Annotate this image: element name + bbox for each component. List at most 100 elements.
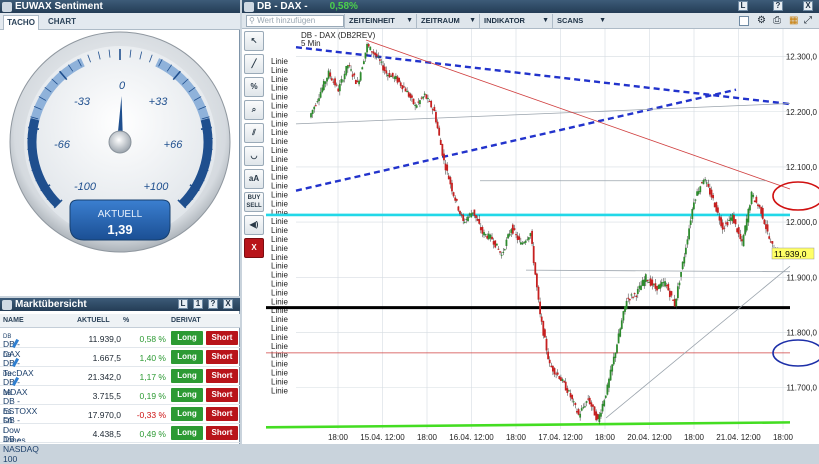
candle-body (571, 395, 573, 399)
market-pct: 1,40 % (140, 353, 166, 363)
print-icon[interactable]: ⎙ (773, 15, 781, 26)
long-button[interactable]: Long (171, 407, 203, 421)
market-name[interactable]: DB - TecDAXDB (3, 353, 11, 363)
candle-body (523, 242, 525, 243)
menu-scans[interactable]: SCANS▼ (552, 14, 609, 28)
y-tick-label: 11.800,0 (786, 328, 817, 337)
line-icon[interactable]: ╱ (244, 54, 264, 74)
candle-body (614, 353, 616, 358)
add-instrument-input[interactable]: ⚲ Wert hinzufügen (246, 15, 344, 27)
close-button[interactable]: X (803, 1, 813, 11)
menu-indikator[interactable]: INDIKATOR▼ (479, 14, 552, 28)
long-button[interactable]: Long (171, 350, 203, 364)
chart-window-icon[interactable] (739, 16, 749, 26)
market-pct: 0,49 % (140, 429, 166, 439)
market-name[interactable]: DB - Dow JonesDB (3, 410, 11, 420)
candle-body (393, 77, 395, 79)
candle-body (425, 94, 427, 98)
candle-body (331, 78, 333, 80)
menu-zeiteinheit[interactable]: ZEITEINHEIT▼ (344, 14, 416, 28)
curve-icon[interactable]: ◡ (244, 146, 264, 166)
link-button[interactable]: L (738, 1, 748, 11)
candle-body (728, 220, 730, 221)
candle-body (417, 102, 419, 103)
menu-zeitraum[interactable]: ZEITRAUM▼ (416, 14, 479, 28)
zoom-icon[interactable]: ⌕ (244, 100, 264, 120)
long-button[interactable]: Long (171, 388, 203, 402)
col-derivat[interactable]: DERIVAT (171, 317, 201, 324)
candle-body (611, 364, 613, 371)
parallel-icon[interactable]: ⫽ (244, 123, 264, 143)
short-button[interactable]: Short (206, 407, 238, 421)
help-button[interactable]: ? (773, 1, 783, 11)
col-aktuell[interactable]: AKTUELL (77, 317, 110, 324)
col-name[interactable]: NAME (3, 317, 24, 324)
market-row[interactable]: DB - ESTOXX 50DB3.715,50,19 %LongShort (0, 386, 240, 405)
candle-body (496, 244, 498, 246)
buy-sell-icon[interactable]: BUY SELL (244, 192, 264, 212)
candle-body (560, 377, 562, 381)
link-button[interactable]: L (178, 299, 188, 309)
tab-chart[interactable]: CHART (44, 15, 80, 30)
col-pct[interactable]: % (123, 317, 129, 324)
short-button[interactable]: Short (206, 331, 238, 345)
candle-body (502, 252, 504, 253)
market-row[interactable]: DB - DAXDB11.939,00,58 %LongShort (0, 329, 240, 348)
percent-icon[interactable]: % (244, 77, 264, 97)
candle-body (448, 176, 450, 180)
candle-body (361, 67, 363, 69)
market-pct: 0,58 % (140, 334, 166, 344)
panel-menu-icon[interactable] (2, 2, 12, 12)
candle-body (565, 382, 567, 391)
remove-drawings-button[interactable]: X (244, 238, 264, 258)
linie-label: Linie (271, 377, 288, 386)
short-button[interactable]: Short (206, 388, 238, 402)
cursor-icon[interactable]: ↖ (244, 31, 264, 51)
candle-body (744, 226, 746, 235)
market-name[interactable]: DB - MDAXDB (3, 372, 11, 382)
short-button[interactable]: Short (206, 369, 238, 383)
long-button[interactable]: Long (171, 426, 203, 440)
market-row[interactable]: DB - Dow JonesDB17.970,0-0,33 %LongShort (0, 405, 240, 424)
linie-label: Linie (271, 155, 288, 164)
market-row[interactable]: DB - TecDAXDB1.667,51,40 %LongShort (0, 348, 240, 367)
panel-menu-icon[interactable] (244, 2, 254, 12)
short-button[interactable]: Short (206, 350, 238, 364)
close-button[interactable]: X (223, 299, 233, 309)
market-name[interactable]: DB - NASDAQ 100I (3, 429, 5, 439)
market-row[interactable]: DB - NASDAQ 100I4.438,50,49 %LongShort (0, 424, 240, 443)
candle-body (711, 190, 713, 198)
short-button[interactable]: Short (206, 426, 238, 440)
sentiment-panel: EUWAX Sentiment TACHO CHART 0 (0, 0, 240, 296)
candle-body (377, 56, 379, 57)
long-button[interactable]: Long (171, 369, 203, 383)
candle-body (421, 98, 423, 99)
linie-label: Linie (271, 342, 288, 351)
candle-body (453, 192, 455, 196)
candle-body (751, 192, 753, 204)
market-row[interactable]: DB - MDAXDB21.342,01,17 %LongShort (0, 367, 240, 386)
panel-menu-icon[interactable] (2, 300, 12, 310)
window-number-button[interactable]: 1 (193, 299, 203, 309)
candle-body (550, 366, 552, 367)
expand-icon[interactable]: ⤢ (804, 15, 812, 26)
text-size-icon[interactable]: aA (244, 169, 264, 189)
tab-tacho[interactable]: TACHO (3, 15, 39, 30)
long-button[interactable]: Long (171, 331, 203, 345)
candle-body (699, 186, 701, 192)
candle-body (621, 320, 623, 329)
gauge-hub (109, 131, 131, 153)
candle-body (651, 280, 653, 286)
candle-body (512, 225, 514, 234)
chevron-down-icon: ▼ (469, 14, 476, 28)
linie-label: Linie (271, 146, 288, 155)
candle-body (631, 294, 633, 295)
help-button[interactable]: ? (208, 299, 218, 309)
layout-icon[interactable]: ▦ (789, 15, 798, 26)
market-name[interactable]: DB - ESTOXX 50DB (3, 391, 11, 401)
market-name[interactable]: DB - DAXDB (3, 334, 11, 344)
candle-body (722, 223, 724, 230)
sound-icon[interactable]: ◀) (244, 215, 264, 235)
settings-icon[interactable]: ⚙ (757, 15, 766, 26)
price-chart[interactable]: DB - DAX (DB2REV) 5 Min LinieLinieLinieL… (266, 29, 819, 444)
